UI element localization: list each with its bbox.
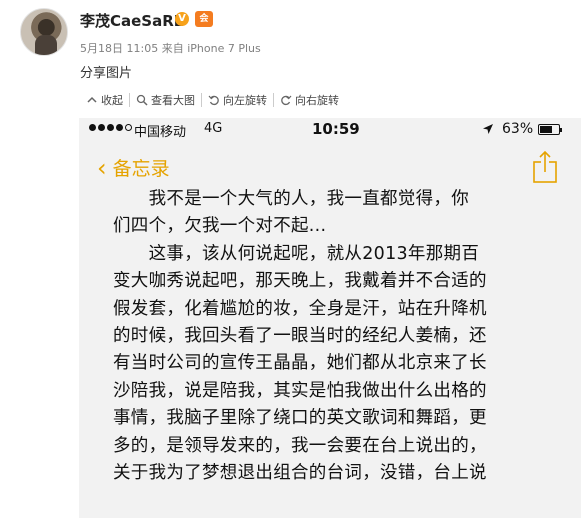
note-line: 关于我为了梦想退出组合的台词，没错，台上说	[113, 463, 487, 484]
ios-status-bar: 中国移动 4G 10:59 63%	[79, 118, 581, 142]
note-line: 沙陪我，说是陪我，其实是怕我做出什么出格的	[113, 380, 487, 401]
view-large-button[interactable]: 查看大图	[130, 93, 202, 107]
view-large-label: 查看大图	[151, 94, 195, 107]
avatar[interactable]	[20, 8, 68, 56]
post-text: 分享图片	[80, 66, 133, 81]
collapse-button[interactable]: 收起	[80, 93, 130, 107]
status-time: 10:59	[312, 120, 360, 138]
shared-screenshot-image[interactable]: 中国移动 4G 10:59 63% ‹ 备忘录 我不是一个大气的人，我一直都觉得…	[79, 118, 581, 518]
share-icon[interactable]	[531, 150, 559, 184]
rotate-right-icon	[281, 95, 292, 106]
image-toolbar: 收起 查看大图 向左旋转 向右旋转	[80, 93, 345, 107]
verified-badge: V	[175, 12, 189, 26]
post-date[interactable]: 5月18日 11:05	[80, 42, 158, 55]
battery-percent: 63%	[502, 121, 534, 137]
member-badge[interactable]: 会	[195, 11, 213, 27]
username[interactable]: 李茂CaeSaRL	[80, 10, 183, 31]
rotate-right-label: 向右旋转	[295, 94, 339, 107]
note-line: 多的，是领导发来的，我一会要在台上说出的，	[113, 435, 487, 456]
chevron-left-icon: ‹	[97, 153, 107, 182]
network-type: 4G	[204, 121, 223, 136]
note-line: 们四个，欠我一个对不起...	[113, 216, 327, 237]
rotate-right-button[interactable]: 向右旋转	[274, 93, 345, 107]
back-button[interactable]: ‹ 备忘录	[97, 154, 170, 181]
source-prefix: 来自	[161, 42, 184, 55]
post-meta: 5月18日 11:05 来自 iPhone 7 Plus	[80, 40, 261, 56]
signal-dots-icon	[89, 124, 132, 131]
post-source: iPhone 7 Plus	[187, 42, 261, 55]
note-line: 我不是一个大气的人，我一直都觉得，你	[113, 189, 469, 209]
note-line: 假发套，化着尴尬的妆，全身是汗，站在升降机	[113, 298, 487, 319]
note-line: 的时候，我回头看了一眼当时的经纪人姜楠，还	[113, 326, 487, 347]
location-arrow-icon	[483, 124, 493, 134]
battery-icon	[538, 124, 562, 135]
zoom-icon	[136, 94, 148, 106]
note-line: 有当时公司的宣传王晶晶，她们都从北京来了长	[113, 353, 487, 374]
collapse-icon	[87, 96, 97, 103]
back-label: 备忘录	[112, 158, 170, 180]
note-line: 事情，我脑子里除了绕口的英文歌词和舞蹈，更	[113, 408, 487, 429]
note-body: 我不是一个大气的人，我一直都觉得，你 们四个，欠我一个对不起... 这事，该从何说…	[113, 186, 553, 487]
weibo-post-header: 李茂CaeSaRL V 会 5月18日 11:05 来自 iPhone 7 Pl…	[0, 0, 581, 118]
rotate-left-label: 向左旋转	[223, 94, 267, 107]
rotate-left-icon	[208, 95, 219, 106]
note-line: 这事，该从何说起呢，就从2013年那期百	[113, 243, 480, 264]
rotate-left-button[interactable]: 向左旋转	[202, 93, 274, 107]
note-line: 变大咖秀说起吧，那天晚上，我戴着并不合适的	[113, 271, 487, 292]
carrier-name: 中国移动	[134, 125, 187, 140]
collapse-label: 收起	[101, 94, 123, 107]
